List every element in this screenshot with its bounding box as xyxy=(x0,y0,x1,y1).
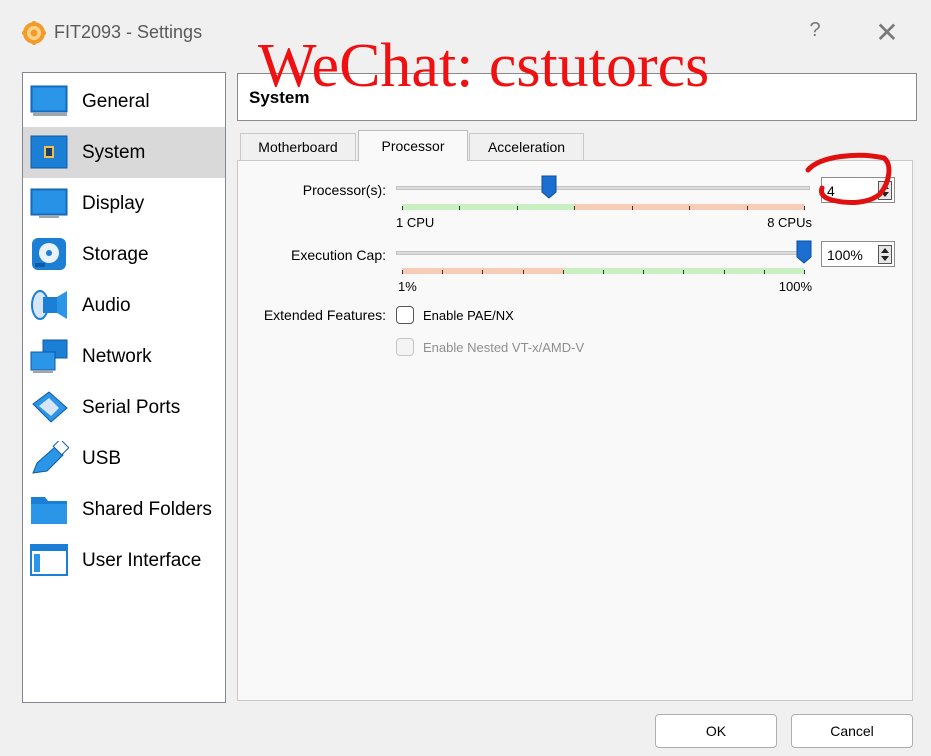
execution-cap-value: 100% xyxy=(827,247,863,263)
sidebar-item-general[interactable]: General xyxy=(23,76,225,127)
general-icon xyxy=(29,84,69,118)
execution-cap-min-label: 1% xyxy=(398,279,417,294)
sidebar-item-system[interactable]: System xyxy=(23,127,225,178)
serial-port-icon xyxy=(29,390,69,424)
window-title: FIT2093 - Settings xyxy=(54,22,203,42)
pae-nx-label[interactable]: Enable PAE/NX xyxy=(423,308,514,323)
tab-motherboard[interactable]: Motherboard xyxy=(240,133,356,160)
processors-slider-thumb[interactable] xyxy=(541,175,557,199)
ok-button[interactable]: OK xyxy=(655,714,777,748)
monitor-icon xyxy=(29,186,69,220)
slider-tick xyxy=(603,270,604,274)
sidebar-item-label: Network xyxy=(82,346,152,367)
processors-slider-track[interactable] xyxy=(396,186,810,190)
processors-label: Processor(s): xyxy=(302,182,386,198)
execution-cap-spinbox[interactable]: 100% xyxy=(821,241,895,267)
slider-tick xyxy=(643,270,644,274)
slider-tick xyxy=(632,206,633,210)
sidebar-item-label: Audio xyxy=(82,295,131,316)
sidebar-item-label: Shared Folders xyxy=(82,499,212,520)
sidebar-item-audio[interactable]: Audio xyxy=(23,280,225,331)
sidebar-item-label: Display xyxy=(82,193,145,214)
processors-min-label: 1 CPU xyxy=(396,215,435,230)
window-icon xyxy=(29,543,69,577)
slider-tick xyxy=(459,206,460,210)
slider-tick xyxy=(442,270,443,274)
slider-tick xyxy=(683,270,684,274)
sidebar-item-user-interface[interactable]: User Interface xyxy=(23,535,225,586)
sidebar-item-label: User Interface xyxy=(82,550,202,571)
execution-cap-low-range xyxy=(402,268,564,274)
processors-max-label: 8 CPUs xyxy=(767,215,812,230)
slider-tick xyxy=(402,270,403,274)
slider-tick xyxy=(402,206,403,210)
sidebar-item-network[interactable]: Network xyxy=(23,331,225,382)
sidebar-item-shared-folders[interactable]: Shared Folders xyxy=(23,484,225,535)
speaker-icon xyxy=(29,288,69,322)
tab-acceleration[interactable]: Acceleration xyxy=(469,133,584,160)
sidebar-item-label: System xyxy=(82,142,146,163)
sidebar-item-label: Serial Ports xyxy=(82,397,181,418)
slider-tick xyxy=(747,206,748,210)
sidebar-item-label: USB xyxy=(82,448,122,469)
sidebar-item-display[interactable]: Display xyxy=(23,178,225,229)
execution-cap-label: Execution Cap: xyxy=(291,247,386,263)
sidebar-item-label: General xyxy=(82,91,150,112)
execution-cap-ok-range xyxy=(564,268,804,274)
slider-tick xyxy=(804,270,805,274)
network-icon xyxy=(29,339,69,373)
slider-tick xyxy=(563,270,564,274)
slider-tick xyxy=(689,206,690,210)
processors-safe-range xyxy=(402,204,574,210)
chip-icon xyxy=(29,135,69,169)
execution-cap-max-label: 100% xyxy=(778,279,812,294)
execution-cap-spin-arrows-icon[interactable] xyxy=(878,245,892,264)
slider-tick xyxy=(482,270,483,274)
settings-sidebar: General System Display Storage Audio Net… xyxy=(22,72,226,703)
slider-tick xyxy=(764,270,765,274)
slider-tick xyxy=(574,206,575,210)
tab-processor[interactable]: Processor xyxy=(358,130,468,161)
cancel-button[interactable]: Cancel xyxy=(791,714,913,748)
execution-cap-slider-thumb[interactable] xyxy=(796,240,812,264)
help-button[interactable]: ? xyxy=(805,19,825,47)
folder-icon xyxy=(29,492,69,526)
disc-icon xyxy=(29,237,69,271)
wechat-watermark: WeChat: cstutorcs xyxy=(258,32,710,100)
virtualbox-gear-icon xyxy=(22,21,46,45)
execution-cap-slider-track[interactable] xyxy=(396,251,810,255)
sidebar-item-storage[interactable]: Storage xyxy=(23,229,225,280)
nested-vtx-checkbox xyxy=(396,338,414,356)
pae-nx-checkbox[interactable] xyxy=(396,306,414,324)
nested-vtx-label: Enable Nested VT-x/AMD-V xyxy=(423,340,585,355)
slider-tick xyxy=(517,206,518,210)
slider-tick xyxy=(804,206,805,210)
sidebar-item-usb[interactable]: USB xyxy=(23,433,225,484)
sidebar-item-serial-ports[interactable]: Serial Ports xyxy=(23,382,225,433)
extended-features-label: Extended Features: xyxy=(263,307,386,323)
sidebar-item-label: Storage xyxy=(82,244,149,265)
close-button[interactable]: ✕ xyxy=(870,16,904,50)
usb-icon xyxy=(29,438,70,475)
slider-tick xyxy=(724,270,725,274)
red-circle-annotation xyxy=(805,152,892,205)
slider-tick xyxy=(523,270,524,274)
